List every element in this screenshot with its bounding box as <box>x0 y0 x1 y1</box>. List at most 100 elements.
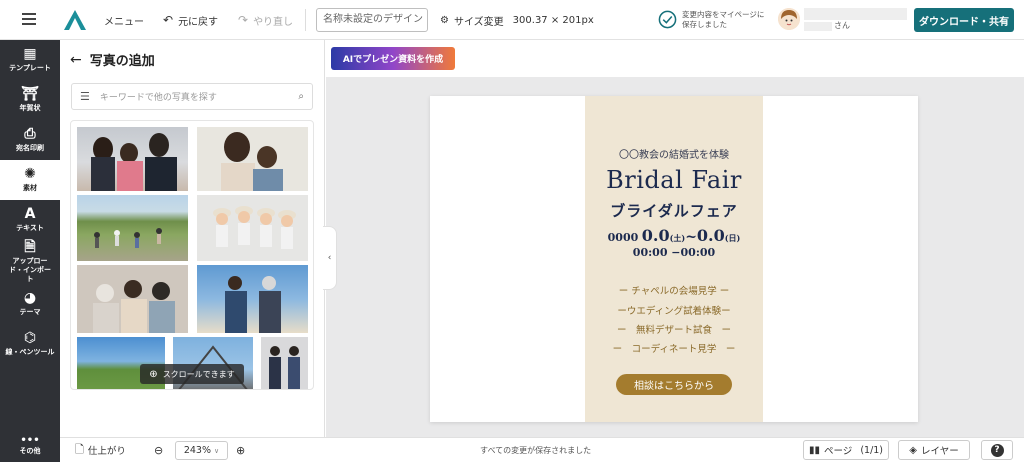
sidebar-item-label: 素材 <box>23 184 37 192</box>
design-feature-4[interactable]: ー コーディネート見学 ー <box>585 341 763 355</box>
sidebar-item-label: 線・ペンツール <box>5 348 55 356</box>
layer-button[interactable]: ◈ レイヤー <box>898 440 970 460</box>
search-placeholder: キーワードで他の写真を探す <box>99 93 217 103</box>
photo-family-masks[interactable] <box>77 265 188 333</box>
date-prefix: 0000 <box>607 231 639 244</box>
help-icon: ? <box>990 443 1004 457</box>
zoom-in-icon[interactable]: ⊕ <box>236 440 245 460</box>
finish-label: 仕上がり <box>87 446 126 457</box>
sidebar-item-label: テキスト <box>16 224 44 232</box>
undo-button[interactable]: ↶ 元に戻す <box>163 0 218 40</box>
design-cta-button[interactable]: 相談はこちらから <box>616 374 732 395</box>
design-date[interactable]: 0000 0.0(土)~0.0(日) <box>585 226 763 245</box>
arrow-down-circle-icon: ⊕ <box>149 368 158 380</box>
menu-button[interactable]: メニュー <box>104 0 144 40</box>
design-name-input[interactable]: 名称未設定のデザイン <box>316 8 428 32</box>
photo-couple-outdoors[interactable] <box>197 265 308 333</box>
page-button[interactable]: ▮▮ ページ (1/1) <box>803 440 889 460</box>
sidebar-item-pen-tool[interactable]: ⌬ 線・ペンツール <box>0 324 60 364</box>
sidebar-item-elements[interactable]: ✺ 素材 <box>0 160 60 200</box>
elements-icon: ✺ <box>24 166 36 182</box>
undo-label: 元に戻す <box>178 16 219 28</box>
user-name-2 <box>804 22 832 31</box>
date-end: 0.0 <box>696 226 725 245</box>
photo-kids-hats[interactable] <box>197 195 308 261</box>
template-icon: ▦ <box>23 46 37 62</box>
menu-label: メニュー <box>104 16 144 28</box>
sidebar-item-template[interactable]: ▦ テンプレート <box>0 40 60 80</box>
size-value: 300.37 × 201px <box>512 14 594 26</box>
sidebar-item-label: テーマ <box>19 308 41 316</box>
sidebar-item-label: その他 <box>19 446 41 455</box>
page-label: ページ <box>824 446 853 457</box>
photo-search-input[interactable]: ☰ キーワードで他の写真を探す ⌕ <box>71 83 313 110</box>
sidebar-item-newyear[interactable]: ⛩ 年賀状 <box>0 80 60 120</box>
layers-icon: ◈ <box>909 444 917 456</box>
toolbar-divider <box>305 9 306 31</box>
printer-icon: ⎙ <box>24 126 36 142</box>
hamburger-menu-icon[interactable] <box>22 13 36 25</box>
chevron-down-icon: ∨ <box>214 446 220 455</box>
check-circle-icon <box>658 10 677 29</box>
date-start-day: (土) <box>669 233 686 243</box>
design-feature-2[interactable]: ーウエディング試着体験ー <box>585 303 763 317</box>
avatar-face-icon <box>778 8 800 30</box>
photo-rice-field[interactable] <box>77 195 188 261</box>
save-status: 変更内容をマイページに 保存しました <box>682 10 764 30</box>
sidebar-item-label: アップロード・インポート <box>9 257 51 283</box>
save-status-footer: すべての変更が保存されました <box>480 445 592 455</box>
panel-title: 写真の追加 <box>89 54 155 69</box>
chevron-left-icon: ‹ <box>327 253 332 263</box>
redo-button[interactable]: ↷ やり直し <box>238 0 293 40</box>
design-time[interactable]: 00:00 −00:00 <box>585 246 763 259</box>
redo-label: やり直し <box>253 16 294 28</box>
save-status-line2: 保存しました <box>682 20 727 29</box>
upload-icon: 🗎 <box>24 239 36 255</box>
design-title-en[interactable]: Bridal Fair <box>585 166 763 194</box>
scroll-hint-label: スクロールできます <box>162 369 235 379</box>
pen-tool-icon: ⌬ <box>23 330 37 346</box>
sidebar-item-more[interactable]: ••• その他 <box>0 430 60 462</box>
sidebar-item-text[interactable]: A テキスト <box>0 200 60 240</box>
gear-icon: ⚙ <box>440 14 449 26</box>
sidebar-item-upload[interactable]: 🗎 アップロード・インポート <box>0 240 60 284</box>
scroll-hint: ⊕ スクロールできます <box>140 364 244 384</box>
panel-header: ← 写真の追加 <box>70 50 155 70</box>
download-share-button[interactable]: ダウンロード・共有 <box>914 8 1014 32</box>
redo-icon: ↷ <box>238 13 249 27</box>
zoom-out-icon[interactable]: ⊖ <box>154 440 163 460</box>
date-tilde: ~ <box>685 229 697 245</box>
search-icon[interactable]: ⌕ <box>298 91 304 102</box>
palette-icon: ◕ <box>23 290 37 306</box>
layer-label: レイヤー <box>920 446 959 457</box>
date-start: 0.0 <box>641 226 670 245</box>
photo-grid <box>70 120 314 390</box>
filter-icon[interactable]: ☰ <box>80 90 90 103</box>
finish-preview-button[interactable]: 🗋 仕上がり <box>75 440 126 460</box>
photo-family-formal[interactable] <box>261 337 308 389</box>
zoom-select[interactable]: 243% ∨ <box>175 441 228 460</box>
undo-icon: ↶ <box>163 13 174 27</box>
text-icon: A <box>24 206 36 222</box>
photo-mother-child[interactable] <box>197 127 308 191</box>
design-subtitle[interactable]: 〇〇教会の結婚式を体験 <box>585 146 763 161</box>
document-icon: 🗋 <box>75 442 84 456</box>
design-feature-1[interactable]: ー チャペルの会場見学 ー <box>585 283 763 297</box>
app-logo-icon[interactable] <box>62 8 88 32</box>
sidebar-item-address-print[interactable]: ⎙ 宛名印刷 <box>0 120 60 160</box>
collapse-panel-button[interactable]: ‹ <box>323 226 337 290</box>
back-arrow-icon[interactable]: ← <box>70 52 82 68</box>
save-status-line1: 変更内容をマイページに <box>682 10 765 19</box>
help-button[interactable]: ? <box>981 440 1013 460</box>
zoom-value: 243% <box>183 445 212 456</box>
more-dots-icon: ••• <box>20 434 40 446</box>
user-name <box>804 8 907 20</box>
design-feature-3[interactable]: ー 無料デザート試食 ー <box>585 322 763 336</box>
resize-button[interactable]: ⚙ サイズ変更 300.37 × 201px <box>440 0 594 40</box>
sidebar-item-label: 年賀状 <box>19 104 41 112</box>
photo-family-kimono[interactable] <box>77 127 188 191</box>
avatar[interactable] <box>778 8 800 30</box>
sidebar-item-theme[interactable]: ◕ テーマ <box>0 284 60 324</box>
design-title-ja[interactable]: ブライダルフェア <box>585 200 763 221</box>
ai-presentation-button[interactable]: AIでプレゼン資料を作成 <box>331 47 455 70</box>
